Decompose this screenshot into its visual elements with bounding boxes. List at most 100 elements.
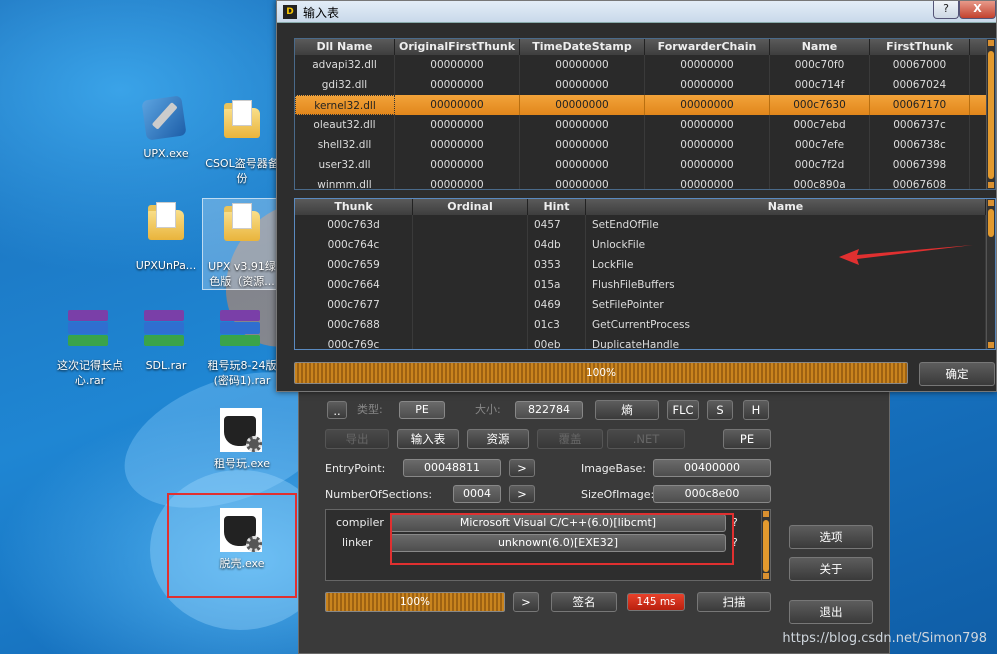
- table-row[interactable]: 000c7664 015a FlushFileBuffers: [295, 275, 995, 295]
- column-header[interactable]: TimeDateStamp: [520, 39, 645, 55]
- table-row[interactable]: shell32.dll 00000000 00000000 00000000 000c7…: [295, 135, 995, 155]
- table-cell: 000c714f: [770, 75, 870, 95]
- desktop-icon-label: 租号玩.exe: [213, 457, 270, 470]
- sections-value: 0004: [453, 485, 501, 503]
- table-cell: 00067608: [870, 175, 970, 189]
- help-button[interactable]: ?: [933, 1, 959, 19]
- sections-arrow-button[interactable]: >: [509, 485, 535, 503]
- desktop-icon-upx-folder[interactable]: UPX v3.91绿色版（资源...: [202, 198, 282, 290]
- upx-exe-icon: [141, 95, 188, 142]
- desktop-icon-rar-1[interactable]: 这次记得长点心.rar: [50, 304, 130, 388]
- table-cell: 00eb: [528, 335, 586, 349]
- table-cell: FlushFileBuffers: [586, 275, 986, 295]
- column-header[interactable]: Dll Name: [295, 39, 395, 55]
- table-cell: 0457: [528, 215, 586, 235]
- s-button[interactable]: S: [707, 400, 733, 420]
- options-button[interactable]: 选项: [789, 525, 873, 549]
- table-row[interactable]: winmm.dll 00000000 00000000 00000000 000c890…: [295, 175, 995, 189]
- table-row[interactable]: user32.dll 00000000 00000000 00000000 000c7f…: [295, 155, 995, 175]
- table-cell: 000c7efe: [770, 135, 870, 155]
- folder-icon: [220, 100, 264, 152]
- table-cell: 0006737c: [870, 115, 970, 135]
- table-row[interactable]: advapi32.dll 00000000 00000000 00000000 000c…: [295, 55, 995, 75]
- detection-scrollbar[interactable]: [761, 510, 770, 580]
- desktop-icon-rar-3[interactable]: 租号玩8-24版(密码1).rar: [202, 304, 282, 388]
- desktop-icon-label: UPXUnPa...: [135, 259, 197, 272]
- column-header[interactable]: FirstThunk: [870, 39, 970, 55]
- table-cell: 00067024: [870, 75, 970, 95]
- flc-button[interactable]: FLC: [667, 400, 699, 420]
- table-cell: DuplicateHandle: [586, 335, 986, 349]
- column-header[interactable]: Name: [770, 39, 870, 55]
- table-cell: 00000000: [395, 115, 520, 135]
- close-button[interactable]: X: [959, 1, 996, 19]
- h-button[interactable]: H: [743, 400, 769, 420]
- sizeofimage-label: SizeOfImage:: [581, 488, 655, 501]
- entrypoint-arrow-button[interactable]: >: [509, 459, 535, 477]
- rar-archive-icon: [68, 310, 112, 354]
- folder-icon: [144, 202, 188, 254]
- table-cell: 00000000: [645, 155, 770, 175]
- table-cell: oleaut32.dll: [295, 115, 395, 135]
- table-row[interactable]: 000c769c 00eb DuplicateHandle: [295, 335, 995, 349]
- function-table-scrollbar[interactable]: [986, 199, 995, 349]
- dotnet-button[interactable]: .NET: [607, 429, 685, 449]
- pe-button[interactable]: PE: [723, 429, 771, 449]
- exit-button[interactable]: 退出: [789, 600, 873, 624]
- table-cell: 000c7630: [770, 95, 870, 115]
- table-cell: 00000000: [520, 55, 645, 75]
- function-table: Thunk Ordinal Hint Name 000c763d 0457 SetEndO…: [294, 198, 996, 350]
- table-row[interactable]: 000c763d 0457 SetEndOfFile: [295, 215, 995, 235]
- table-cell: 000c7f2d: [770, 155, 870, 175]
- table-cell: 000c70f0: [770, 55, 870, 75]
- table-row[interactable]: gdi32.dll 00000000 00000000 00000000 000c714…: [295, 75, 995, 95]
- table-row[interactable]: 000c7688 01c3 GetCurrentProcess: [295, 315, 995, 335]
- table-cell: GetCurrentProcess: [586, 315, 986, 335]
- more-arrow-button[interactable]: >: [513, 592, 539, 612]
- resource-button[interactable]: 资源: [467, 429, 529, 449]
- desktop-icon-label: UPX.exe: [143, 147, 189, 160]
- import-table-button[interactable]: 输入表: [397, 429, 459, 449]
- dll-table-scrollbar[interactable]: [986, 39, 995, 189]
- overlay-button[interactable]: 覆盖: [537, 429, 603, 449]
- about-button[interactable]: 关于: [789, 557, 873, 581]
- column-header[interactable]: Thunk: [295, 199, 413, 215]
- column-header[interactable]: Hint: [528, 199, 586, 215]
- table-cell: 00000000: [395, 55, 520, 75]
- table-cell: SetEndOfFile: [586, 215, 986, 235]
- table-cell: 00000000: [645, 95, 770, 115]
- table-cell: 000c763d: [295, 215, 413, 235]
- table-row[interactable]: kernel32.dll 00000000 00000000 00000000 000c…: [295, 95, 995, 115]
- rar-archive-icon: [220, 310, 264, 354]
- desktop-icon-upxunpa-folder[interactable]: UPXUnPa...: [126, 198, 206, 273]
- desktop-icon-rar-2[interactable]: SDL.rar: [126, 304, 206, 373]
- desktop-icon-upx-exe[interactable]: UPX.exe: [126, 95, 206, 161]
- menu-button[interactable]: ..: [327, 401, 347, 419]
- export-button[interactable]: 导出: [325, 429, 389, 449]
- column-header[interactable]: ForwarderChain: [645, 39, 770, 55]
- table-cell: 01c3: [528, 315, 586, 335]
- desktop-icon-zuhaowan[interactable]: 租号玩.exe: [202, 408, 282, 471]
- desktop-icon-label: 这次记得长点心.rar: [57, 359, 123, 387]
- table-cell: 000c769c: [295, 335, 413, 349]
- import-table-window: D 输入表 ? X Dll Name OriginalFirstThunk Time…: [276, 0, 997, 392]
- desktop-icon-label: 租号玩8-24版(密码1).rar: [207, 359, 277, 387]
- imagebase-value: 00400000: [653, 459, 771, 477]
- column-header[interactable]: OriginalFirstThunk: [395, 39, 520, 55]
- desktop-icon-csol-folder[interactable]: CSOL盗号器备份: [202, 96, 282, 186]
- column-header[interactable]: Name: [586, 199, 986, 215]
- desktop-icon-label: SDL.rar: [145, 359, 187, 372]
- ok-button[interactable]: 确定: [919, 362, 995, 386]
- column-header[interactable]: Ordinal: [413, 199, 528, 215]
- sign-button[interactable]: 签名: [551, 592, 617, 612]
- table-row[interactable]: 000c7677 0469 SetFilePointer: [295, 295, 995, 315]
- table-cell: [413, 255, 528, 275]
- table-row[interactable]: oleaut32.dll 00000000 00000000 00000000 000c…: [295, 115, 995, 135]
- table-cell: 00000000: [395, 175, 520, 189]
- entropy-button[interactable]: 熵: [595, 400, 659, 420]
- scan-button[interactable]: 扫描: [697, 592, 771, 612]
- imagebase-label: ImageBase:: [581, 462, 646, 475]
- window-titlebar[interactable]: D 输入表 ? X: [277, 1, 996, 23]
- table-cell: 015a: [528, 275, 586, 295]
- table-cell: 00000000: [520, 115, 645, 135]
